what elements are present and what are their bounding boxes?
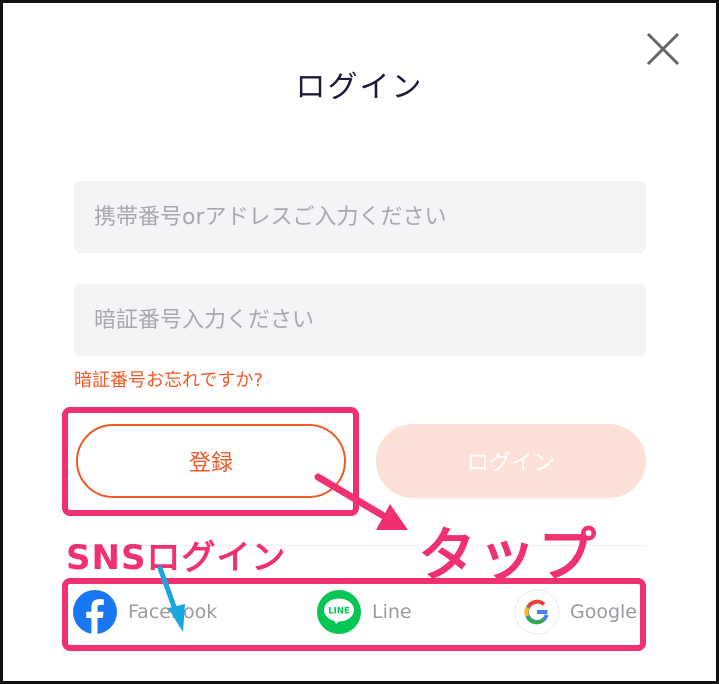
account-input[interactable] xyxy=(74,181,646,253)
password-input[interactable] xyxy=(74,284,646,356)
login-button[interactable]: ログイン xyxy=(376,424,646,498)
dialog-title: ログイン xyxy=(295,70,424,105)
sns-login-annotation: SNSログイン xyxy=(66,538,287,578)
register-highlight-box xyxy=(62,407,359,516)
forgot-password-link[interactable]: 暗証番号お忘れですか? xyxy=(74,366,263,392)
tap-annotation: タップ xyxy=(418,521,599,589)
